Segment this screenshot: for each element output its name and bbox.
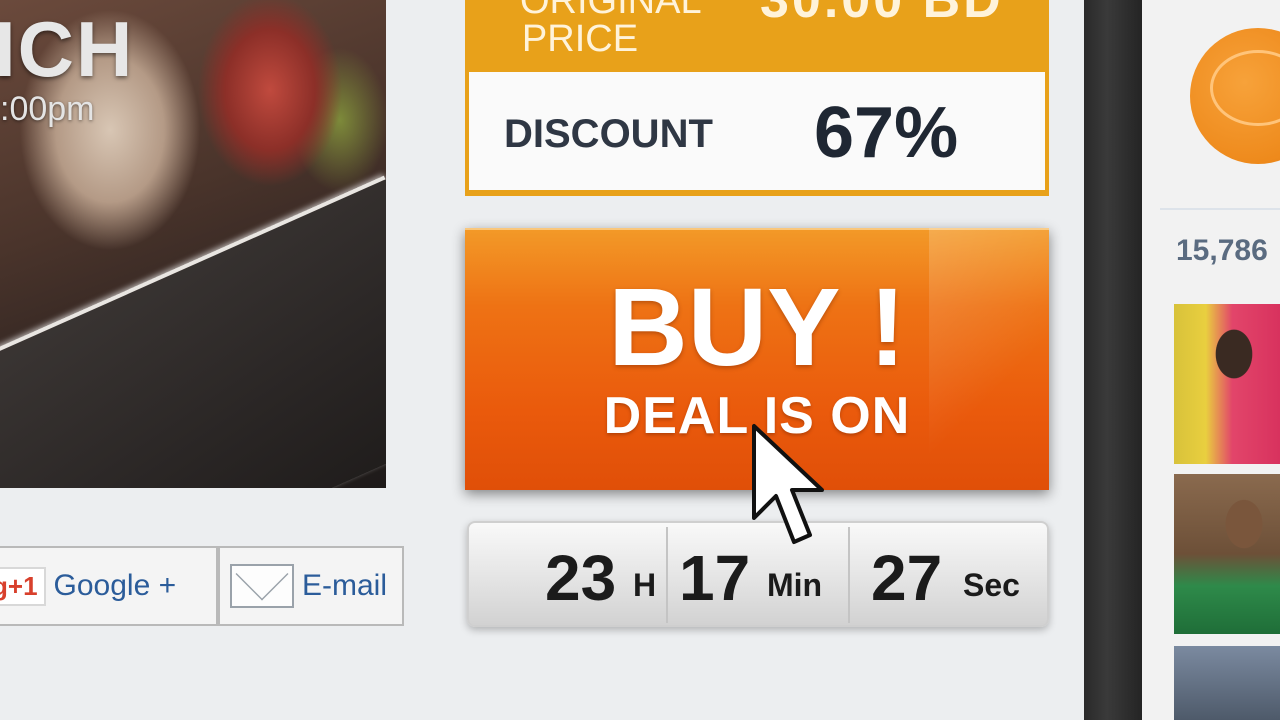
countdown-minutes-unit: Min [767,567,823,603]
deal-photo: ICH :00pm [0,0,386,488]
member-avatar[interactable] [1174,474,1280,634]
google-plus-label: Google + [53,569,177,602]
deal-time: :00pm [0,90,95,128]
countdown-divider [666,527,668,623]
envelope-icon [230,564,294,608]
discount-value: 67% [814,93,959,173]
countdown-hours: 23 [545,542,617,614]
countdown-seconds: 27 [871,542,943,614]
member-avatar[interactable] [1174,646,1280,720]
countdown-divider [848,527,850,623]
gplus-icon: g+1 [0,566,46,606]
countdown-hours-unit: H [633,567,657,603]
sidebar-divider [1160,208,1280,210]
original-price-value: 30.00 BD [760,0,1004,29]
countdown-minutes: 17 [679,542,751,614]
original-price-label: ORIGINAL PRICE [520,0,702,60]
discount-label: DISCOUNT [504,112,713,156]
buy-label: BUY ! [608,266,906,389]
email-label: E-mail [302,569,388,602]
leather-divider [1084,0,1142,720]
deal-title: ICH [0,5,135,93]
countdown-seconds-unit: Sec [963,567,1020,603]
google-plus-share-button[interactable]: g+1 Google + [0,546,218,626]
email-share-button[interactable]: E-mail [218,546,404,626]
member-avatar[interactable] [1174,304,1280,464]
cursor-icon [752,424,824,544]
plate-edge [0,175,386,488]
follower-count: 15,786 [1176,234,1268,267]
